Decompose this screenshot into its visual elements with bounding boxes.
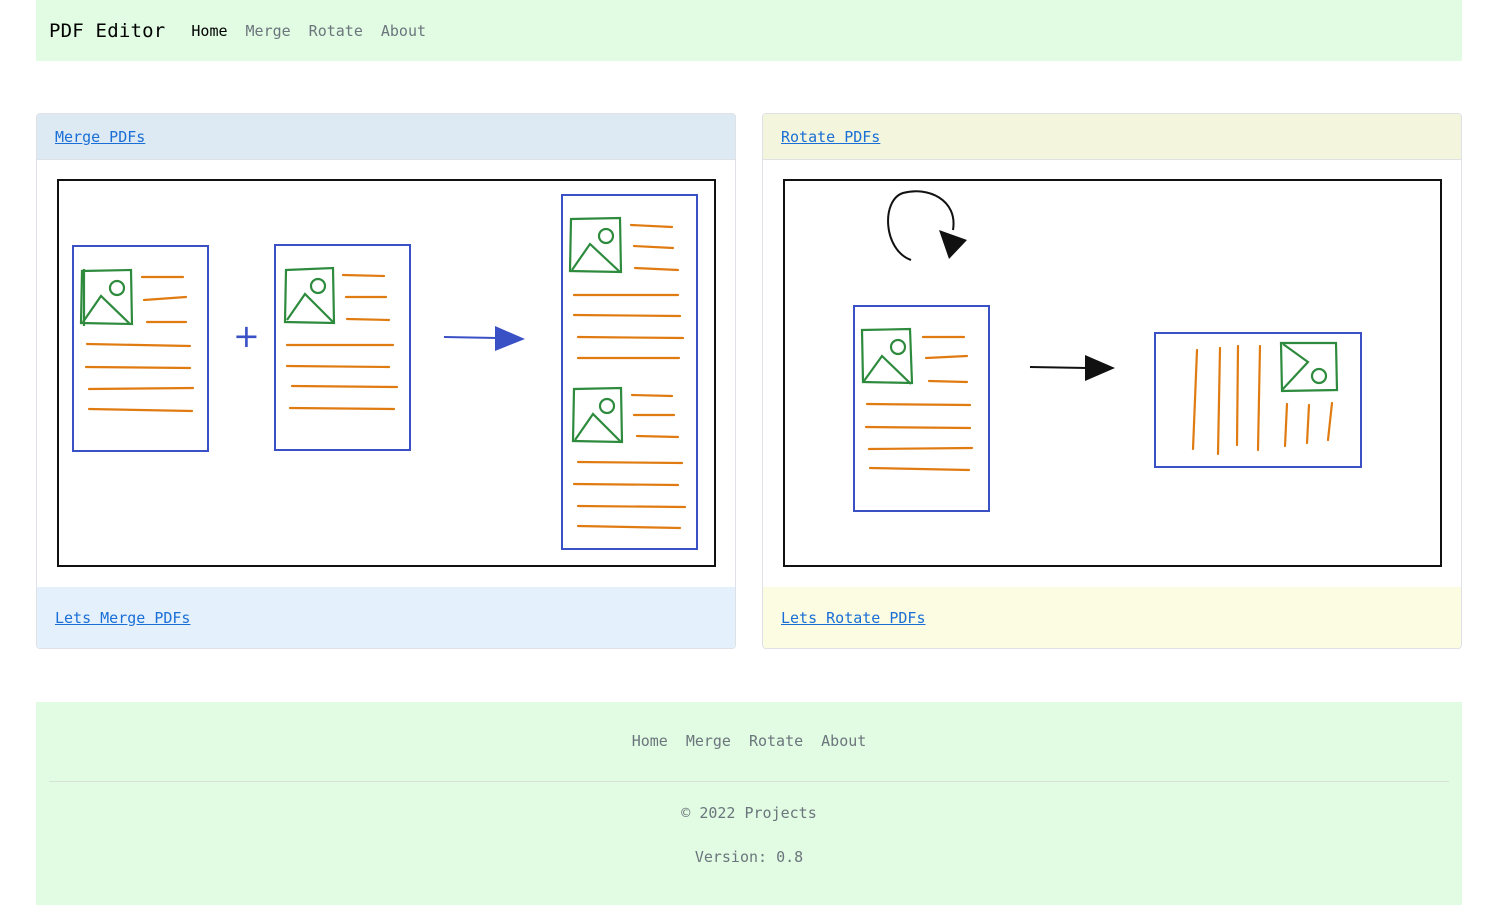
footer-divider <box>49 781 1449 782</box>
rotate-card-footer: Lets Rotate PDFs <box>763 587 1461 648</box>
rotate-arrow-icon <box>887 190 967 261</box>
page-footer: Home Merge Rotate About © 2022 Projects … <box>36 702 1462 905</box>
nav-links: Home Merge Rotate About <box>191 22 426 40</box>
footer-links: Home Merge Rotate About <box>36 732 1462 750</box>
merge-card-body: + <box>37 160 735 587</box>
rotate-illustration <box>783 179 1442 567</box>
plus-icon: + <box>233 317 260 355</box>
top-navbar: PDF Editor Home Merge Rotate About <box>36 0 1462 61</box>
merge-card-header: Merge PDFs <box>37 114 735 160</box>
footer-link-rotate[interactable]: Rotate <box>749 732 803 750</box>
nav-link-merge[interactable]: Merge <box>246 22 291 40</box>
merge-card: Merge PDFs + Lets Merge PDFs <box>36 113 736 649</box>
rotate-card: Rotate PDFs Lets Rotate PDFs <box>762 113 1462 649</box>
merge-arrow-icon <box>443 326 525 351</box>
original-page-sketch <box>853 305 990 512</box>
merge-page-one-sketch <box>72 245 209 452</box>
merged-document-sketch <box>561 194 698 550</box>
footer-link-home[interactable]: Home <box>632 732 668 750</box>
nav-link-home[interactable]: Home <box>191 22 227 40</box>
lets-merge-pdfs-link[interactable]: Lets Merge PDFs <box>55 609 190 627</box>
rotate-card-body <box>763 160 1461 587</box>
rotated-page-sketch <box>1154 332 1362 468</box>
nav-link-about[interactable]: About <box>381 22 426 40</box>
rotate-direction-arrow-icon <box>1029 355 1115 381</box>
merge-card-footer: Lets Merge PDFs <box>37 587 735 648</box>
nav-link-rotate[interactable]: Rotate <box>309 22 363 40</box>
rotate-pdfs-link[interactable]: Rotate PDFs <box>781 128 880 146</box>
lets-rotate-pdfs-link[interactable]: Lets Rotate PDFs <box>781 609 926 627</box>
version-text: Version: 0.8 <box>694 848 804 866</box>
rotate-card-header: Rotate PDFs <box>763 114 1461 160</box>
merge-page-two-sketch <box>274 244 411 451</box>
brand-title[interactable]: PDF Editor <box>49 20 165 42</box>
footer-link-merge[interactable]: Merge <box>686 732 731 750</box>
merge-illustration: + <box>57 179 716 567</box>
footer-link-about[interactable]: About <box>821 732 866 750</box>
copyright-text: © 2022 Projects <box>681 804 817 822</box>
merge-pdfs-link[interactable]: Merge PDFs <box>55 128 145 146</box>
